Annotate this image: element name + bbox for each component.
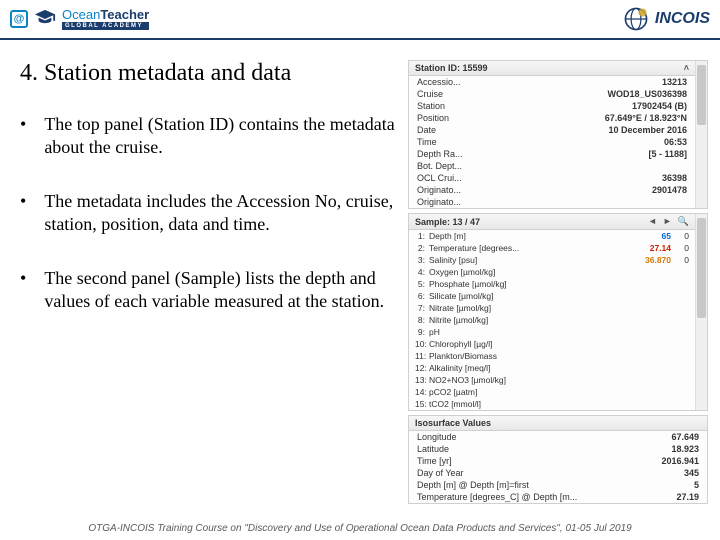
station-row: Originato...: [409, 196, 695, 208]
chevron-up-icon[interactable]: ˄: [684, 63, 689, 73]
iso-row: Time [yr]2016.941: [409, 455, 707, 467]
sample-row: 8:Nitrite [µmol/kg]: [409, 314, 695, 326]
station-panel-header: Station ID: 15599 ˄: [409, 61, 695, 76]
sample-row: 1:Depth [m]650: [409, 230, 695, 242]
next-icon[interactable]: ►: [663, 216, 672, 227]
isosurface-panel-header: Isosurface Values: [409, 416, 707, 431]
incois-text: INCOIS: [655, 10, 710, 28]
iso-row: Depth [m] @ Depth [m]=first5: [409, 479, 707, 491]
bullet-list: •The top panel (Station ID) contains the…: [20, 113, 398, 313]
slide-header: @ OceanTeacher GLOBAL ACADEMY INCOIS: [0, 0, 720, 40]
search-icon[interactable]: 🔍: [678, 216, 689, 227]
sample-row: 3:Salinity [psu]36.8700: [409, 254, 695, 266]
sample-row: 11:Plankton/Biomass: [409, 350, 695, 362]
bullet-item: •The top panel (Station ID) contains the…: [20, 113, 398, 160]
iso-row: Longitude67.649: [409, 431, 707, 443]
sample-row: 4:Oxygen [µmol/kg]: [409, 266, 695, 278]
sample-row: 14:pCO2 [µatm]: [409, 386, 695, 398]
station-row: Depth Ra...[5 - 1188]: [409, 148, 695, 160]
station-row: Station17902454 (B): [409, 100, 695, 112]
station-row: Time06:53: [409, 136, 695, 148]
sample-row: 6:Silicate [µmol/kg]: [409, 290, 695, 302]
iso-row: Temperature [degrees_C] @ Depth [m...27.…: [409, 491, 707, 503]
isosurface-panel: Isosurface Values Longitude67.649Latitud…: [408, 415, 708, 504]
sample-row: 9:pH: [409, 326, 695, 338]
sample-row: 15:tCO2 [mmol/l]: [409, 398, 695, 410]
oceanteacher-logo: @ OceanTeacher GLOBAL ACADEMY: [10, 8, 149, 30]
sample-row: 13:NO2+NO3 [µmol/kg]: [409, 374, 695, 386]
station-row: Date10 December 2016: [409, 124, 695, 136]
bullet-item: •The metadata includes the Accession No,…: [20, 190, 398, 237]
sample-row: 5:Phosphate [µmol/kg]: [409, 278, 695, 290]
iso-row: Latitude18.923: [409, 443, 707, 455]
slide-footer: OTGA-INCOIS Training Course on "Discover…: [0, 523, 720, 534]
station-row: Bot. Dept...: [409, 160, 695, 172]
bullet-item: •The second panel (Sample) lists the dep…: [20, 267, 398, 314]
sample-panel: Sample: 13 / 47 ◄ ► 🔍 1:Depth [m]6502:Te…: [408, 213, 708, 411]
station-row: OCL Crui...36398: [409, 172, 695, 184]
oceanteacher-text: OceanTeacher GLOBAL ACADEMY: [62, 8, 149, 30]
prev-icon[interactable]: ◄: [648, 216, 657, 227]
graduation-cap-icon: [34, 8, 56, 30]
station-row: Accessio...13213: [409, 76, 695, 88]
incois-logo: INCOIS: [623, 6, 710, 32]
sample-row: 12:Alkalinity [meq/l]: [409, 362, 695, 374]
scrollbar[interactable]: [695, 61, 707, 208]
station-row: Originato...2901478: [409, 184, 695, 196]
screenshot-panels: Station ID: 15599 ˄ Accessio...13213Crui…: [408, 60, 708, 504]
scrollbar[interactable]: [695, 214, 707, 410]
station-row: Position67.649°E / 18.923°N: [409, 112, 695, 124]
station-row: CruiseWOD18_US036398: [409, 88, 695, 100]
sample-row: 2:Temperature [degrees...27.140: [409, 242, 695, 254]
globe-icon: [623, 6, 649, 32]
sample-row: 7:Nitrate [µmol/kg]: [409, 302, 695, 314]
iso-row: Day of Year345: [409, 467, 707, 479]
at-icon: @: [10, 10, 28, 28]
sample-row: 10:Chlorophyll [µg/l]: [409, 338, 695, 350]
slide-title: 4. Station metadata and data: [20, 60, 398, 87]
sample-panel-header: Sample: 13 / 47 ◄ ► 🔍: [409, 214, 695, 230]
station-panel: Station ID: 15599 ˄ Accessio...13213Crui…: [408, 60, 708, 209]
